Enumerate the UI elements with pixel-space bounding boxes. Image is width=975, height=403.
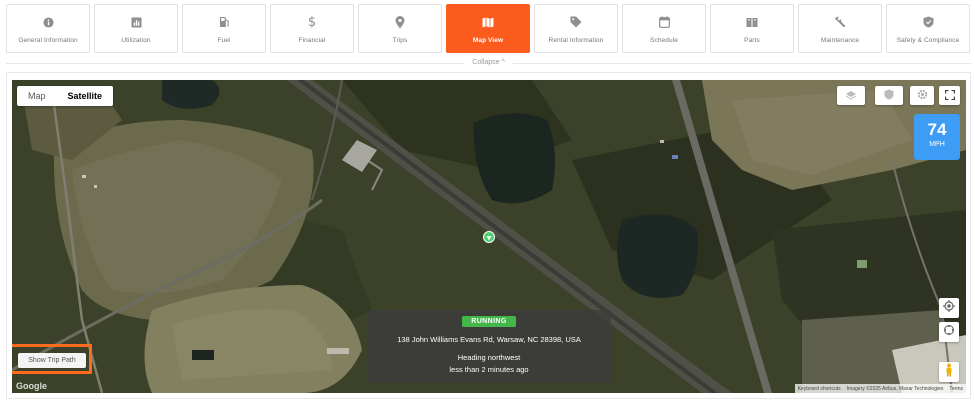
tab-label: Financial <box>298 37 326 44</box>
tab-label: Parts <box>744 37 760 44</box>
status-badge: RUNNING <box>462 316 516 327</box>
tab-schedule[interactable]: Schedule <box>622 4 706 53</box>
tag-icon <box>570 15 582 29</box>
dollar-icon: $ <box>307 14 317 30</box>
tab-general-information[interactable]: General Information <box>6 4 90 53</box>
tab-safety-compliance[interactable]: Safety & Compliance <box>886 4 970 53</box>
layers-button[interactable] <box>837 86 865 105</box>
vehicle-info-card: RUNNING 138 John Williams Evans Rd, Wars… <box>367 310 611 383</box>
satellite-map[interactable]: Map Satellite 74 MPH RUNNING 138 John Wi… <box>12 80 966 393</box>
my-location-button[interactable] <box>939 298 959 318</box>
show-trip-path-button[interactable]: Show Trip Path <box>18 353 86 368</box>
google-logo: Google <box>16 381 47 391</box>
map-attribution: Keyboard shortcuts Imagery ©2025 Airbus,… <box>794 384 966 393</box>
tab-label: Rental Information <box>548 37 604 44</box>
tab-label: Fuel <box>217 37 231 44</box>
target-icon <box>943 299 955 317</box>
tab-trips[interactable]: Trips <box>358 4 442 53</box>
calendar-icon <box>658 15 670 29</box>
imagery-credit: Imagery ©2025 Airbus, Maxar Technologies <box>846 385 944 392</box>
last-update-time: less than 2 minutes ago <box>449 365 529 374</box>
shield-icon <box>884 87 894 105</box>
map-type-control: Map Satellite <box>17 86 114 106</box>
tab-label: Maintenance <box>820 37 860 44</box>
map-panel: Map Satellite 74 MPH RUNNING 138 John Wi… <box>6 72 971 399</box>
tab-parts[interactable]: Parts <box>710 4 794 53</box>
keyboard-shortcuts-link[interactable]: Keyboard shortcuts <box>798 386 841 392</box>
direction-arrow-icon <box>486 228 492 246</box>
map-icon <box>482 15 494 29</box>
pegman-icon <box>944 363 954 382</box>
tab-label: Trips <box>392 37 408 44</box>
tab-fuel[interactable]: Fuel <box>182 4 266 53</box>
fuel-icon <box>219 15 230 29</box>
collapse-button[interactable]: Collapse ^ <box>464 57 513 69</box>
tab-label: Schedule <box>650 37 678 44</box>
tab-strip: General Information Utilization Fuel $ F… <box>6 4 971 54</box>
speed-value: 74 <box>927 120 947 139</box>
parts-icon <box>746 15 758 29</box>
info-icon <box>42 15 54 29</box>
speed-unit: MPH <box>929 141 945 148</box>
fullscreen-button[interactable] <box>939 86 960 105</box>
settings-button[interactable] <box>910 86 934 105</box>
vehicle-address: 138 John Williams Evans Rd, Warsaw, NC 2… <box>397 335 581 344</box>
speed-indicator: 74 MPH <box>914 114 960 160</box>
pin-icon <box>395 15 405 29</box>
tab-map-view[interactable]: Map View <box>446 4 530 53</box>
vehicle-heading: Heading northwest <box>457 353 521 362</box>
geofence-button[interactable] <box>875 86 903 105</box>
terms-link[interactable]: Terms <box>949 386 963 392</box>
tab-financial[interactable]: $ Financial <box>270 4 354 53</box>
layers-icon <box>845 87 857 105</box>
chart-icon <box>130 15 142 29</box>
collapse-row: Collapse ^ <box>6 57 971 69</box>
tab-label: Map View <box>472 37 504 44</box>
tab-utilization[interactable]: Utilization <box>94 4 178 53</box>
map-type-map-button[interactable]: Map <box>17 86 57 106</box>
tab-maintenance[interactable]: Maintenance <box>798 4 882 53</box>
shield-icon <box>923 15 934 29</box>
wrench-icon <box>834 15 846 29</box>
pan-control[interactable] <box>939 322 959 342</box>
tab-label: Safety & Compliance <box>896 37 960 44</box>
vehicle-marker[interactable] <box>483 231 495 243</box>
tab-label: Utilization <box>121 37 151 44</box>
gear-icon <box>917 87 928 105</box>
map-type-satellite-button[interactable]: Satellite <box>57 86 114 106</box>
move-icon <box>943 323 955 341</box>
street-view-button[interactable] <box>939 362 959 382</box>
tab-rental-information[interactable]: Rental Information <box>534 4 618 53</box>
tab-label: General Information <box>18 37 78 44</box>
fullscreen-icon <box>944 87 955 105</box>
